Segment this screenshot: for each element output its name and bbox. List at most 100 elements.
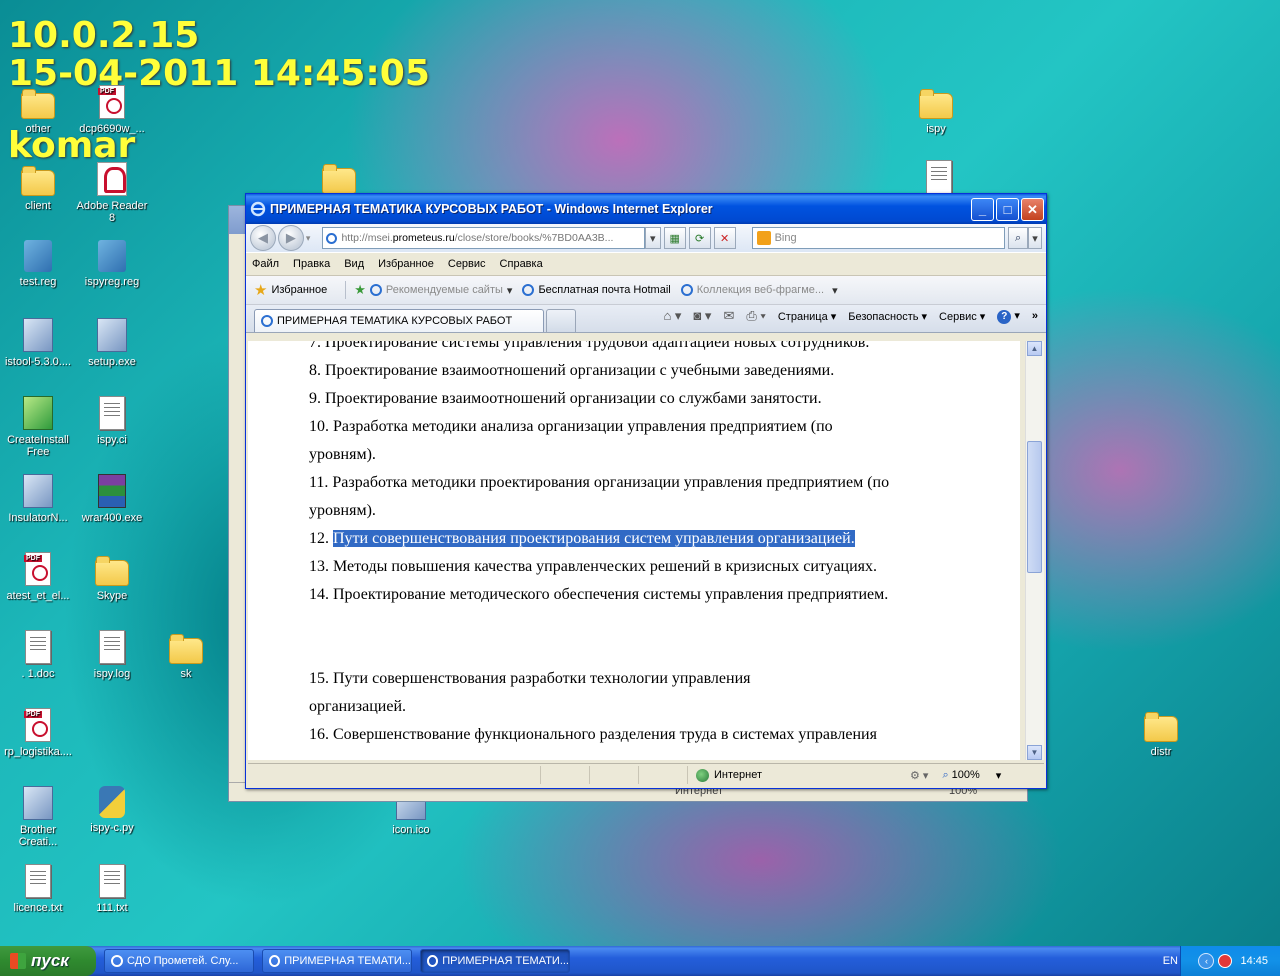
favorites-link-suggested[interactable]: Рекомендуемые сайты ▾	[369, 284, 513, 297]
desktop-icon[interactable]: Adobe Reader 8	[74, 162, 150, 224]
desktop-icon-label: other	[25, 123, 51, 135]
page-icon	[326, 232, 338, 244]
ie-page-icon	[269, 955, 281, 967]
desktop-icon-label: distr	[1150, 746, 1172, 758]
security-zone[interactable]: Интернет	[688, 768, 906, 782]
taskbar-button[interactable]: СДО Прометей. Слу...	[104, 949, 254, 973]
desktop-icon[interactable]: . 1.doc	[0, 630, 76, 680]
desktop-icon[interactable]: InsulatorN...	[0, 474, 76, 524]
menu-file[interactable]: Файл	[252, 258, 279, 270]
protected-mode-icon[interactable]: ⚙ ▾	[910, 769, 928, 782]
installer-icon	[23, 318, 53, 352]
favorites-link-hotmail[interactable]: Бесплатная почта Hotmail	[522, 284, 671, 296]
desktop-icon[interactable]: 111.txt	[74, 864, 150, 914]
content-line: организацией.	[309, 697, 406, 717]
magnifier-icon: ⌕	[942, 768, 949, 781]
address-dropdown-icon[interactable]: ▾	[644, 227, 661, 249]
forward-button[interactable]: ▶	[277, 225, 304, 251]
desktop-icon[interactable]: Skype	[74, 552, 150, 602]
desktop-icon[interactable]: ispy-c.py	[74, 786, 150, 834]
add-to-favorites-icon[interactable]: ★	[354, 282, 366, 298]
back-button[interactable]: ◀	[250, 225, 276, 251]
scroll-thumb[interactable]	[1027, 441, 1042, 573]
menu-help[interactable]: Справка	[500, 258, 543, 270]
refresh-icon[interactable]: ⟳	[688, 227, 711, 249]
createinstall-icon	[23, 396, 53, 430]
favorites-link-webslices[interactable]: Коллекция веб-фрагме... ▾	[680, 284, 838, 297]
desktop-icon[interactable]: istool-5.3.0....	[0, 318, 76, 368]
new-tab-button[interactable]	[546, 309, 576, 332]
safety-menu[interactable]: Безопасность ▾	[848, 310, 927, 323]
desktop-icon[interactable]: ispyreg.reg	[74, 240, 150, 288]
desktop-icon-label: client	[25, 200, 51, 212]
security-shield-icon[interactable]	[1218, 954, 1233, 968]
search-button-icon[interactable]: ⌕	[1008, 227, 1029, 249]
window-titlebar[interactable]: ПРИМЕРНАЯ ТЕМАТИКА КУРСОВЫХ РАБОТ - Wind…	[246, 194, 1046, 224]
chevron-down-icon: ▾	[506, 284, 513, 297]
print-icon[interactable]: ⎙ ▾	[746, 308, 765, 324]
tray-expand-icon[interactable]: ‹	[1198, 953, 1215, 969]
desktop-icon[interactable]: ispy.ci	[74, 396, 150, 446]
menu-tools[interactable]: Сервис	[448, 258, 486, 270]
toolbar-overflow-icon[interactable]: »	[1032, 310, 1038, 322]
desktop-icon[interactable]: Brother Creati...	[0, 786, 76, 848]
desktop-icon[interactable]: rp_logistika....	[0, 708, 76, 758]
desktop-icon[interactable]: distr	[1123, 708, 1199, 758]
tab-active[interactable]: ПРИМЕРНАЯ ТЕМАТИКА КУРСОВЫХ РАБОТ	[254, 309, 544, 332]
desktop-icon[interactable]: licence.txt	[0, 864, 76, 914]
start-button[interactable]: пуск	[0, 946, 96, 976]
desktop-icon[interactable]: test.reg	[0, 240, 76, 288]
clock[interactable]: 14:45	[1240, 955, 1268, 967]
desktop-icon-label: ispy-c.py	[90, 822, 134, 834]
menu-view[interactable]: Вид	[344, 258, 364, 270]
desktop-icon[interactable]: client	[0, 162, 76, 212]
desktop-icon[interactable]: dcp6690w_...	[74, 85, 150, 135]
desktop-icon[interactable]: atest_et_el...	[0, 552, 76, 602]
menu-favorites[interactable]: Избранное	[378, 258, 434, 270]
desktop-icon-label: . 1.doc	[21, 668, 55, 680]
compatibility-view-icon[interactable]: ▦	[663, 227, 686, 249]
taskbar-button[interactable]: ПРИМЕРНАЯ ТЕМАТИ...	[262, 949, 412, 973]
feeds-icon[interactable]: ◙ ▾	[693, 308, 711, 324]
desktop-icon-label: Adobe Reader 8	[76, 200, 148, 224]
maximize-button[interactable]: □	[996, 197, 1019, 221]
scroll-down-icon[interactable]: ▼	[1027, 745, 1042, 760]
stop-icon[interactable]: ✕	[713, 227, 736, 249]
zoom-level: 100%	[951, 769, 980, 781]
zoom-control[interactable]: ⌕ 100% ▾	[942, 769, 1001, 782]
desktop-icon-label: dcp6690w_...	[79, 123, 145, 135]
desktop-icon[interactable]: other	[0, 85, 76, 135]
page-content[interactable]: 7. Проектирование системы управления тру…	[248, 341, 1020, 760]
desktop-icon[interactable]: CreateInstall Free	[0, 396, 76, 458]
scroll-up-icon[interactable]: ▲	[1027, 341, 1042, 356]
desktop-icon[interactable]: setup.exe	[74, 318, 150, 368]
ie-page-icon	[680, 284, 693, 296]
favorites-button[interactable]: Избранное	[271, 284, 327, 296]
language-indicator[interactable]: EN	[1163, 946, 1178, 976]
search-box[interactable]: Bing	[751, 227, 1006, 249]
desktop-icon[interactable]: wrar400.exe	[74, 474, 150, 524]
desktop-icon[interactable]: sk	[148, 630, 224, 680]
close-button[interactable]: ✕	[1021, 197, 1044, 221]
menu-edit[interactable]: Правка	[293, 258, 330, 270]
browser-window[interactable]: ПРИМЕРНАЯ ТЕМАТИКА КУРСОВЫХ РАБОТ - Wind…	[245, 193, 1047, 789]
taskbar-button-active[interactable]: ПРИМЕРНАЯ ТЕМАТИ...	[420, 949, 570, 973]
search-options-icon[interactable]: ▾	[1028, 227, 1042, 249]
page-menu[interactable]: Страница ▾	[778, 310, 836, 323]
desktop-icon-label: icon.ico	[392, 824, 430, 836]
tools-menu[interactable]: Сервис ▾	[939, 310, 985, 323]
globe-icon	[696, 768, 709, 782]
desktop-icon-label: ispy.ci	[97, 434, 127, 446]
vertical-scrollbar[interactable]: ▲ ▼	[1025, 341, 1044, 760]
mail-icon[interactable]: ✉	[723, 308, 734, 324]
home-icon[interactable]: ⌂ ▾	[663, 308, 681, 324]
desktop-icon[interactable]: ispy.log	[74, 630, 150, 680]
address-bar[interactable]: http://msei. prometeus.ru/close/store/boo…	[322, 227, 645, 249]
taskbar-button-label: ПРИМЕРНАЯ ТЕМАТИ...	[442, 955, 569, 967]
recent-pages-dropdown-icon[interactable]: ▾	[306, 233, 311, 244]
minimize-button[interactable]: _	[971, 197, 994, 221]
help-icon[interactable]: ? ▾	[997, 309, 1020, 324]
ie-logo-icon	[250, 201, 266, 217]
desktop-icon[interactable]: ispy	[898, 85, 974, 135]
adobe-reader-icon	[97, 162, 127, 196]
